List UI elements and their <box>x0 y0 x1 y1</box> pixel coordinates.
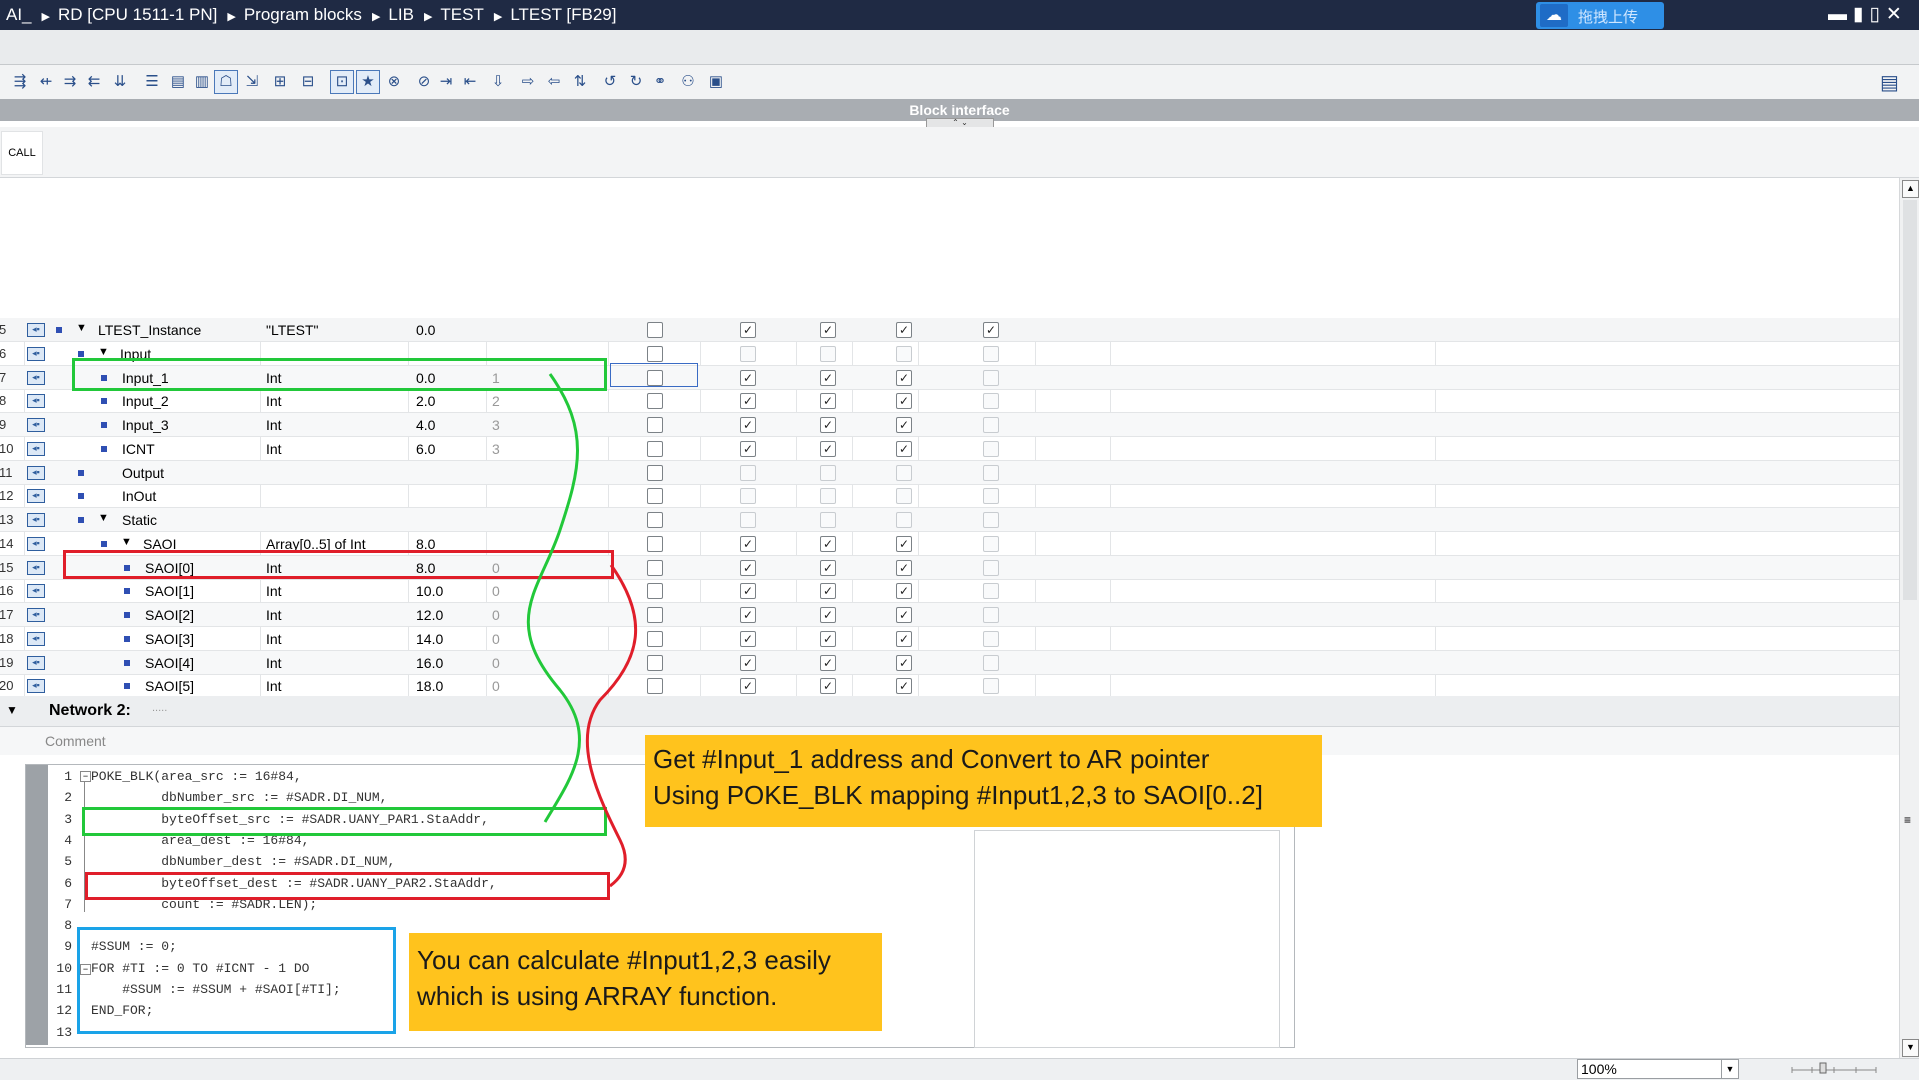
green-connector <box>526 373 581 823</box>
callout-bottom-line1: You can calculate #Input1,2,3 easily <box>417 945 831 975</box>
red-connector <box>585 564 638 888</box>
callout-bottom-line2: which is using ARRAY function. <box>417 981 778 1011</box>
callout-top: Get #Input_1 address and Convert to AR p… <box>645 735 1322 827</box>
callout-top-line2: Using POKE_BLK mapping #Input1,2,3 to SA… <box>653 780 1263 810</box>
scroll-thumb[interactable] <box>1903 200 1917 600</box>
callout-bottom: You can calculate #Input1,2,3 easily whi… <box>409 933 882 1031</box>
zoom-value: 100% <box>1581 1061 1617 1077</box>
scroll-grip-icon[interactable]: ≡ <box>1904 813 1911 827</box>
zoom-slider[interactable] <box>1790 1062 1878 1074</box>
zoom-dropdown-icon[interactable]: ▼ <box>1721 1060 1738 1078</box>
callout-top-line1: Get #Input_1 address and Convert to AR p… <box>653 744 1210 774</box>
scroll-down-icon[interactable]: ▼ <box>1902 1039 1919 1057</box>
scroll-up-icon[interactable]: ▲ <box>1902 180 1919 198</box>
zoom-slider-thumb <box>1819 1062 1827 1074</box>
connector-curves <box>526 373 638 888</box>
zoom-select[interactable]: 100% ▼ <box>1577 1059 1739 1079</box>
